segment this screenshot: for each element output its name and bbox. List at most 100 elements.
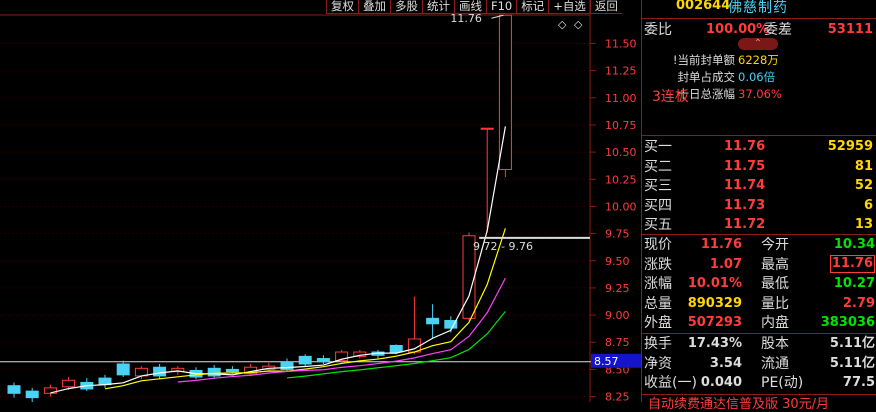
toolbar-btn-1[interactable]: 叠加 xyxy=(358,0,390,14)
y-tick-label: 10.75 xyxy=(605,119,637,132)
y-tick-label: 11.00 xyxy=(605,92,637,105)
quote-row: 总量 890329 量比 2.79 xyxy=(644,294,875,314)
bid-price: 11.75 xyxy=(724,158,766,174)
bid-row: 买四 11.73 6 xyxy=(644,196,875,216)
quote-value: 1.07 xyxy=(709,256,742,272)
quote2-value-2: 5.11亿 xyxy=(829,355,875,371)
toolbar-btn-6[interactable]: 标记 xyxy=(516,0,549,14)
bid-row: 买二 11.75 81 xyxy=(644,157,875,177)
limit-row: !当前封单额 6228万 xyxy=(642,52,876,69)
quote-value-2: 11.76 xyxy=(829,254,875,273)
stock-code[interactable]: 002644 xyxy=(676,0,730,13)
candle-body xyxy=(389,345,403,353)
quote-label-2: 今开 xyxy=(761,237,789,253)
candle-body xyxy=(480,127,494,130)
ma20-line xyxy=(177,277,506,383)
candle-body xyxy=(7,385,21,394)
y-tick-label: 11.50 xyxy=(605,37,637,50)
bid-price: 11.74 xyxy=(724,178,766,194)
quote2-label-2: 股本 xyxy=(761,336,789,352)
quote2-row: 收益(一) 0.040 PE(动) 77.5 xyxy=(644,373,875,393)
candle-body xyxy=(426,317,440,325)
toolbar-btn-0[interactable]: 复权 xyxy=(326,0,358,14)
bid-label: 买二 xyxy=(644,158,672,175)
toolbar-btn-7[interactable]: +自选 xyxy=(548,0,590,14)
quote-value: 11.76 xyxy=(700,237,742,252)
bid-label: 买四 xyxy=(644,197,672,214)
bid-row: 买一 11.76 52959 xyxy=(644,137,875,157)
quote-row: 外盘 507293 内盘 383036 xyxy=(644,313,875,333)
kline-svg[interactable]: 11.50 11.25 11.00 10.75 10.50 10.25 10.00 9.75 9… xyxy=(0,0,641,404)
bid-label: 买一 xyxy=(644,139,672,155)
quote-label-2: 最低 xyxy=(761,276,789,293)
candle-body xyxy=(116,363,130,376)
limit-row-label: 封单占成交 xyxy=(677,70,736,84)
quote2-value-2: 5.11亿 xyxy=(829,336,875,351)
toolbar-btn-5[interactable]: F10 xyxy=(486,0,517,14)
quote-panel: 002644 佛慈制药 委比 100.00% 委差 53111 ⌃ !当前封单额… xyxy=(641,0,876,412)
quote-label-2: 最高 xyxy=(761,256,789,273)
toolbar-btn-4[interactable]: 画线 xyxy=(454,0,486,14)
candle-body xyxy=(25,390,39,399)
collapse-icon[interactable]: ⌃ xyxy=(738,38,778,50)
toolbar-btn-8[interactable]: 返回 xyxy=(589,0,622,14)
candle-body xyxy=(62,379,76,388)
quote-value-2: 383036 xyxy=(820,315,875,331)
y-tick-label: 10.00 xyxy=(605,200,637,213)
limit-row: 封单占成交 0.06倍 xyxy=(642,69,876,86)
range-label: 9.72 - 9.76 xyxy=(473,240,533,253)
y-tick-label: 9.75 xyxy=(605,228,630,241)
quote-label: 涨跌 xyxy=(644,256,672,273)
kline-chart[interactable]: 11.50 11.25 11.00 10.75 10.50 10.25 10.00 9.75 9… xyxy=(0,0,641,404)
limit-row-label: !当前封单额 xyxy=(672,53,735,67)
stock-header: 002644 佛慈制药 xyxy=(642,0,876,18)
quote-label: 涨幅 xyxy=(644,276,672,293)
quote-row: 涨幅 10.01% 最低 10.27 xyxy=(644,274,875,294)
bid-label: 买五 xyxy=(644,217,672,234)
stock-name[interactable]: 佛慈制药 xyxy=(728,0,788,17)
quote-value-2: 2.79 xyxy=(842,295,875,311)
toolbar-btn-3[interactable]: 统计 xyxy=(422,0,454,14)
quote2-label-2: 流通 xyxy=(761,355,789,372)
y-tick-label: 10.25 xyxy=(605,173,637,186)
diamond-icon: ◇ xyxy=(574,18,583,31)
ticker-text: 自动续费通达信普及版 30元/月 xyxy=(648,397,830,412)
toolbar: 复权 叠加 多股 统计 画线 F10 标记 +自选 返回 xyxy=(326,0,622,14)
bid-row: 买五 11.72 13 xyxy=(644,215,875,235)
toolbar-btn-2[interactable]: 多股 xyxy=(390,0,422,14)
order-ratio-label: 委比 xyxy=(644,22,672,38)
bid-volume: 52959 xyxy=(827,139,873,154)
y-tick-label: 9.00 xyxy=(605,309,630,322)
high-label: 11.76 xyxy=(450,12,482,25)
quote2-value: 17.43% xyxy=(687,336,742,351)
y-tick-label: 9.50 xyxy=(605,255,630,268)
order-diff-value: 53111 xyxy=(827,22,873,37)
candle-body xyxy=(298,355,312,365)
quote2-label: 净资 xyxy=(644,355,672,372)
quote2-label: 收益(一) xyxy=(644,375,697,392)
y-tick-label: 9.25 xyxy=(605,282,630,295)
quote-value-2: 10.34 xyxy=(833,237,875,252)
bid-volume: 13 xyxy=(854,217,873,233)
quote-value-2: 10.27 xyxy=(833,276,875,292)
quote2-value: 3.54 xyxy=(709,355,742,371)
limit-row-value: 0.06倍 xyxy=(738,70,776,84)
quote-label: 外盘 xyxy=(644,315,672,332)
candle-body xyxy=(207,367,221,377)
quote2-label-2: PE(动) xyxy=(761,375,804,392)
bid-price: 11.76 xyxy=(724,139,766,154)
y-tick-label: 10.50 xyxy=(605,146,637,159)
quote-label: 总量 xyxy=(644,295,672,312)
candle-body xyxy=(153,366,167,377)
bid-price: 11.73 xyxy=(724,197,766,213)
limit-row-value: 37.06% xyxy=(738,87,782,101)
quote-label: 现价 xyxy=(644,237,672,253)
candle-body xyxy=(225,368,239,373)
y-tick-label: 8.25 xyxy=(605,391,630,402)
streak-label: 3连板 xyxy=(652,89,689,105)
limit-row-value: 6228万 xyxy=(738,53,779,67)
quote2-row: 净资 3.54 流通 5.11亿 xyxy=(644,354,875,374)
order-ratio-row: 委比 100.00% 委差 53111 xyxy=(644,20,876,40)
y-tick-label: 8.75 xyxy=(605,336,630,349)
order-ratio-value: 100.00% xyxy=(706,22,770,37)
